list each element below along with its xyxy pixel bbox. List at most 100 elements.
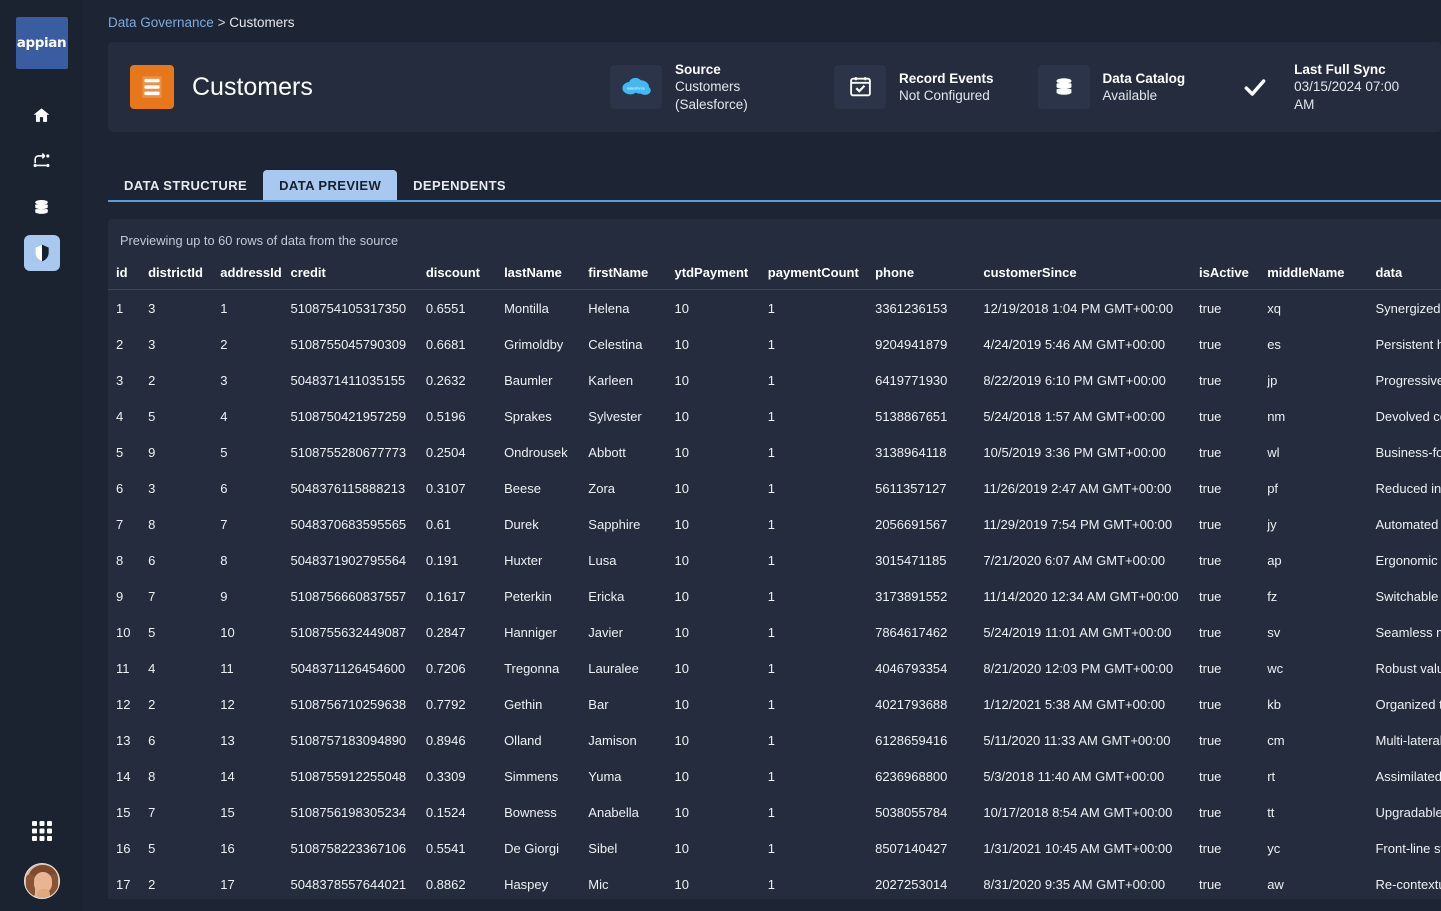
home-icon	[32, 106, 51, 125]
cell-ytdpayment: 10	[674, 733, 689, 748]
cell-phone: 5138867651	[875, 409, 948, 424]
cell-addressid: 17	[220, 877, 235, 892]
cell-customersince: 5/24/2018 1:57 AM GMT+00:00	[983, 409, 1166, 424]
cell-lastname: Grimoldby	[504, 337, 564, 352]
cell-addressid: 9	[220, 589, 228, 604]
sidebar-item-data[interactable]	[24, 189, 60, 225]
cell-firstname: Yuma	[588, 769, 622, 784]
cell-id: 11	[116, 661, 130, 676]
table-row[interactable]: 10 5 10 5108755632449087 0.2847 Hanniger Javie…	[108, 615, 1441, 651]
cell-data: Front-line stati	[1375, 841, 1441, 856]
column-header-customersince[interactable]: customerSince	[975, 260, 1191, 290]
table-row[interactable]: 12 2 12 5108756710259638 0.7792 Gethin Bar 10 1 4…	[108, 687, 1441, 723]
cell-firstname: Ericka	[588, 589, 625, 604]
cell-credit: 5108754105317350	[290, 301, 407, 316]
column-header-discount[interactable]: discount	[417, 260, 497, 290]
sidebar-item-process[interactable]	[24, 143, 60, 179]
appian-logo[interactable]: appian	[15, 17, 68, 69]
cell-paymentcount: 1	[767, 517, 776, 532]
cell-phone: 7864617462	[875, 625, 948, 640]
sidebar-item-governance[interactable]	[23, 235, 60, 271]
cell-credit: 5108755280677773	[290, 445, 407, 460]
column-header-addressid[interactable]: addressId	[212, 260, 283, 290]
cell-customersince: 5/24/2019 11:01 AM GMT+00:00	[983, 625, 1172, 640]
stat-last-full-sync-label: Last Full Sync	[1294, 62, 1386, 78]
cell-data: Multi-lateral fo	[1375, 733, 1441, 748]
cell-ytdpayment: 10	[674, 625, 689, 640]
table-row[interactable]: 9 7 9 5108756660837557 0.1617 Peterkin Ericka 1…	[108, 579, 1441, 615]
cell-firstname: Zora	[588, 481, 616, 496]
cell-middlename: ap	[1267, 553, 1282, 568]
header-stats: salesforce Source Customers (Salesforce)	[610, 61, 1419, 113]
cell-phone: 4046793354	[875, 661, 948, 676]
column-header-ytdpayment[interactable]: ytdPayment	[666, 260, 760, 290]
column-header-firstname[interactable]: firstName	[580, 260, 667, 290]
table-row[interactable]: 5 9 5 5108755280677773 0.2504 Ondrousek Abbott…	[108, 435, 1441, 471]
cell-addressid: 2	[220, 337, 228, 352]
table-row[interactable]: 8 6 8 5048371902795564 0.191 Huxter Lusa 10 1 301…	[108, 543, 1441, 579]
table-row[interactable]: 4 5 4 5108750421957259 0.5196 Sprakes Sylveste…	[108, 399, 1441, 435]
apps-grid-button[interactable]	[24, 815, 60, 851]
avatar[interactable]	[23, 863, 60, 899]
cell-customersince: 10/5/2019 3:36 PM GMT+00:00	[983, 445, 1166, 460]
column-header-credit[interactable]: credit	[282, 260, 418, 290]
column-header-districtid[interactable]: districtId	[140, 260, 213, 290]
column-header-isactive[interactable]: isActive	[1191, 260, 1260, 290]
cell-districtid: 5	[148, 841, 156, 856]
cell-data: Automated an	[1375, 517, 1441, 532]
cell-firstname: Bar	[588, 697, 609, 712]
cell-firstname: Celestina	[588, 337, 643, 352]
column-header-phone[interactable]: phone	[867, 260, 976, 290]
table-body: 1 3 1 5108754105317350 0.6551 Montilla Helena 1…	[108, 290, 1441, 900]
cell-addressid: 14	[220, 769, 235, 784]
table-row[interactable]: 15 7 15 5108756198305234 0.1524 Bowness Anabel…	[108, 795, 1441, 831]
tab-dependents[interactable]: DEPENDENTS	[397, 170, 522, 200]
table-row[interactable]: 1 3 1 5108754105317350 0.6551 Montilla Helena 1…	[108, 290, 1441, 327]
cell-credit: 5108750421957259	[290, 409, 407, 424]
cell-isactive: true	[1199, 769, 1222, 784]
cell-middlename: pf	[1267, 481, 1279, 496]
column-header-data[interactable]: data	[1367, 260, 1441, 290]
cell-paymentcount: 1	[767, 841, 776, 856]
cell-districtid: 6	[148, 553, 156, 568]
cell-phone: 3138964118	[875, 445, 947, 460]
table-row[interactable]: 3 2 3 5048371411035155 0.2632 Baumler Karleen 1…	[108, 363, 1441, 399]
avatar-hair-left	[25, 874, 35, 898]
cell-customersince: 11/26/2019 2:47 AM GMT+00:00	[983, 481, 1172, 496]
stat-last-full-sync-text: Last Full Sync 03/15/2024 07:00 AM	[1294, 61, 1409, 113]
column-header-lastname[interactable]: lastName	[496, 260, 581, 290]
cell-credit: 5108758223367106	[290, 841, 407, 856]
table-row[interactable]: 2 3 2 5108755045790309 0.6681 Grimoldby Celest…	[108, 327, 1441, 363]
table-row[interactable]: 17 2 17 5048378557644021 0.8862 Haspey Mic 10 1 2…	[108, 867, 1441, 900]
table-row[interactable]: 7 8 7 5048370683595565 0.61 Durek Sapphire 10 1 2…	[108, 507, 1441, 543]
column-header-id[interactable]: id	[108, 260, 141, 290]
cell-middlename: wc	[1267, 661, 1284, 676]
cell-districtid: 5	[148, 409, 156, 424]
tab-data-preview[interactable]: DATA PREVIEW	[263, 170, 398, 200]
cell-middlename: jy	[1267, 517, 1277, 532]
cell-phone: 2056691567	[875, 517, 948, 532]
table-row[interactable]: 14 8 14 5108755912255048 0.3309 Simmens Yuma 10…	[108, 759, 1441, 795]
column-header-middlename[interactable]: middleName	[1259, 260, 1368, 290]
table-row[interactable]: 13 6 13 5108757183094890 0.8946 Olland Jamison…	[108, 723, 1441, 759]
cell-id: 3	[116, 373, 124, 388]
cell-middlename: jp	[1267, 373, 1278, 388]
database-icon	[32, 198, 51, 217]
column-header-paymentcount[interactable]: paymentCount	[759, 260, 868, 290]
table-row[interactable]: 6 3 6 5048376115888213 0.3107 Beese Zora 10 1 561…	[108, 471, 1441, 507]
cell-id: 2	[116, 337, 124, 352]
tab-data-structure[interactable]: DATA STRUCTURE	[108, 170, 263, 200]
cell-id: 1	[116, 301, 124, 316]
cell-isactive: true	[1199, 409, 1222, 424]
cell-districtid: 9	[148, 445, 156, 460]
cell-id: 6	[116, 481, 124, 496]
cell-phone: 6236968800	[875, 769, 948, 784]
cell-data: Progressive as	[1375, 373, 1441, 388]
cell-id: 10	[116, 625, 131, 640]
cell-credit: 5108757183094890	[290, 733, 407, 748]
stat-record-events-value: Not Configured	[899, 87, 990, 103]
sidebar-item-home[interactable]	[24, 97, 60, 133]
table-row[interactable]: 11 4 11 5048371126454600 0.7206 Tregonna Laura…	[108, 651, 1441, 687]
table-row[interactable]: 16 5 16 5108758223367106 0.5541 De Giorgi Sibe…	[108, 831, 1441, 867]
breadcrumb-parent-link[interactable]: Data Governance	[108, 15, 214, 30]
